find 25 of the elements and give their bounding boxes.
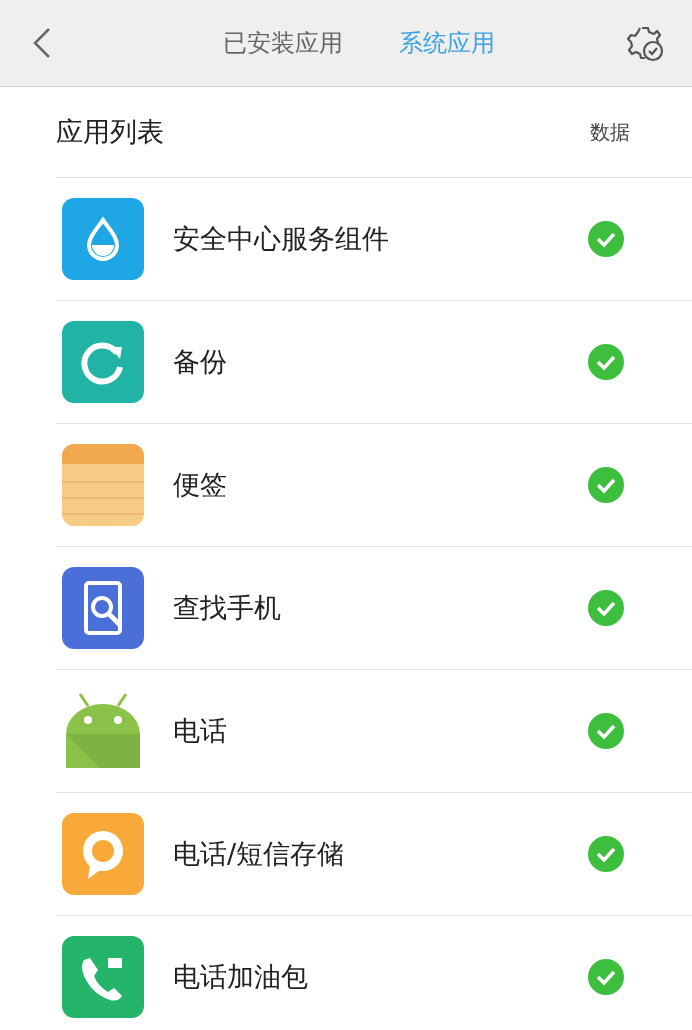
check-icon[interactable] [588, 590, 624, 626]
phone-search-icon [62, 567, 144, 649]
notepad-icon [62, 444, 144, 526]
list-title: 应用列表 [56, 115, 164, 149]
app-name: 电话/短信存储 [173, 837, 346, 871]
check-icon[interactable] [588, 959, 624, 995]
column-label: 数据 [590, 118, 630, 146]
refresh-icon [62, 321, 144, 403]
app-name: 备份 [173, 345, 228, 379]
app-name: 安全中心服务组件 [173, 222, 390, 256]
app-name: 便签 [173, 468, 228, 502]
app-name: 查找手机 [173, 591, 282, 625]
chat-bubble-icon [62, 813, 144, 895]
check-icon[interactable] [588, 836, 624, 872]
check-icon[interactable] [588, 713, 624, 749]
settings-icon[interactable] [626, 24, 664, 62]
app-name: 电话加油包 [173, 960, 309, 994]
back-icon[interactable] [32, 27, 52, 59]
tab[interactable]: 已安装应用 [223, 27, 343, 59]
app-name: 电话 [173, 714, 228, 748]
check-icon[interactable] [588, 221, 624, 257]
water-drop-icon [62, 198, 144, 280]
check-icon[interactable] [588, 467, 624, 503]
phone-icon [62, 936, 144, 1018]
check-icon[interactable] [588, 344, 624, 380]
